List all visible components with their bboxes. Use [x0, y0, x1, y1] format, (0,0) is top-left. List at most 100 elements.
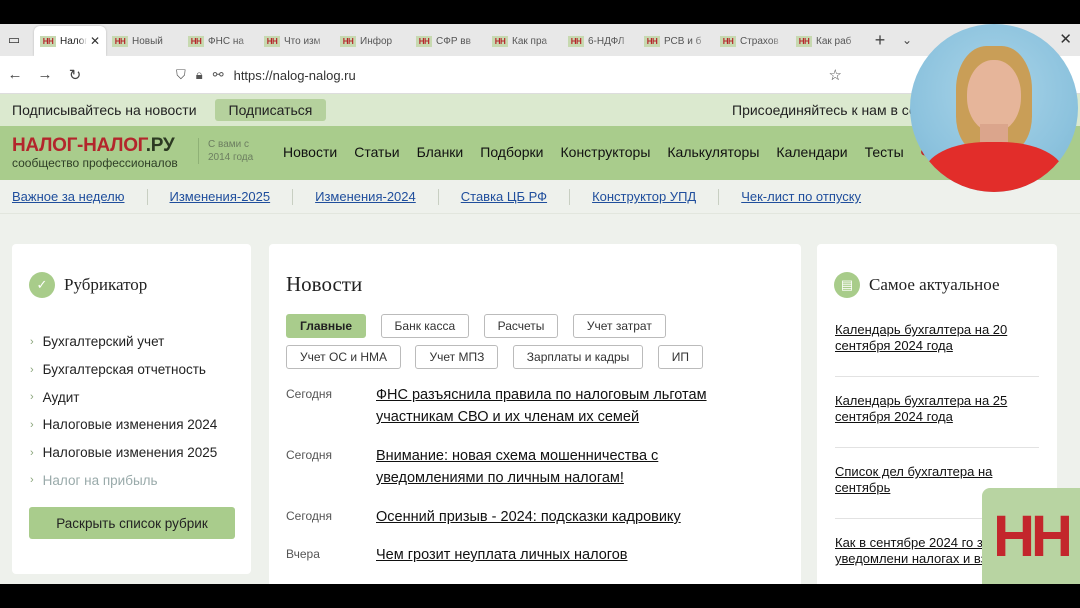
- rubric-label: Бухгалтерский учет: [42, 334, 165, 350]
- filter-settlements[interactable]: Расчеты: [483, 314, 559, 338]
- chevron-right-icon: ›: [30, 391, 34, 404]
- tab-label: РСВ и б: [664, 35, 702, 47]
- main-menu: Новости Статьи Бланки Подборки Конструкт…: [283, 144, 958, 160]
- news-date: Сегодня: [286, 387, 332, 401]
- list-item[interactable]: › Налоговые изменения 2025: [30, 439, 217, 467]
- tab[interactable]: НН 6-НДФЛ: [562, 26, 638, 56]
- tab-label: Новый: [132, 35, 163, 47]
- rubricator-panel: ✓ Рубрикатор › Бухгалтерский учет › Бухгал…: [12, 244, 251, 574]
- list-item[interactable]: › Налог на прибыль: [30, 466, 217, 494]
- avatar-shirt: [924, 142, 1064, 192]
- quicklink[interactable]: Ставка ЦБ РФ: [461, 189, 547, 204]
- subscribe-button[interactable]: Подписаться: [214, 99, 327, 121]
- news-headline-link[interactable]: Осенний призыв - 2024: подсказки кадрови…: [376, 506, 736, 528]
- news-headline-link[interactable]: Внимание: новая схема мошенничества с ув…: [376, 445, 736, 489]
- divider: [718, 188, 720, 205]
- tab-label: Как раб: [816, 35, 852, 47]
- new-tab-icon[interactable]: +: [866, 30, 894, 51]
- shield-icon[interactable]: ⛉: [176, 67, 186, 83]
- tab[interactable]: НН Как пра: [486, 26, 562, 56]
- news-title: Новости: [286, 272, 363, 296]
- chevron-right-icon: ›: [30, 363, 34, 376]
- news-headline-link[interactable]: ФНС разъяснила правила по налоговым льго…: [376, 384, 736, 428]
- filter-main[interactable]: Главные: [286, 314, 367, 338]
- chevron-right-icon: ›: [30, 474, 34, 487]
- news-date: Сегодня: [286, 509, 332, 523]
- list-item[interactable]: › Аудит: [30, 383, 217, 411]
- divider: [437, 188, 439, 205]
- tab[interactable]: НН ФНС на: [182, 26, 258, 56]
- permissions-icon[interactable]: ⚯: [213, 67, 224, 83]
- news-date: Сегодня: [286, 448, 332, 462]
- favicon-icon: НН: [188, 35, 204, 47]
- menu-item-tests[interactable]: Тесты: [865, 144, 904, 160]
- menu-item-articles[interactable]: Статьи: [354, 144, 399, 160]
- close-tab-icon[interactable]: ✕: [90, 34, 100, 48]
- expand-rubrics-button[interactable]: Раскрыть список рубрик: [29, 507, 235, 539]
- quicklink[interactable]: Конструктор УПД: [592, 189, 696, 204]
- list-item[interactable]: › Бухгалтерская отчетность: [30, 356, 217, 384]
- favicon-icon: НН: [796, 35, 812, 47]
- favicon-icon: НН: [264, 35, 280, 47]
- news-headline-link[interactable]: Чем грозит неуплата личных налогов: [376, 544, 736, 566]
- presenter-avatar: [910, 24, 1078, 192]
- lock-icon[interactable]: 🔒︎: [196, 67, 203, 83]
- reload-icon[interactable]: ↻: [60, 66, 90, 84]
- favicon-icon: НН: [720, 35, 736, 47]
- filter-bank[interactable]: Банк касса: [380, 314, 470, 338]
- web-page: Подписывайтесь на новости Подписаться Пр…: [0, 94, 1080, 584]
- tab[interactable]: НН Как раб: [790, 26, 866, 56]
- tab-label: ФНС на: [208, 35, 244, 47]
- url-bar[interactable]: ⛉ 🔒︎ ⚯ https://nalog-nalog.ru ☆: [176, 62, 856, 88]
- table-row: Вчера Чем грозит неуплата личных налогов: [286, 544, 736, 566]
- rubricator-title: ✓ Рубрикатор: [29, 272, 147, 298]
- quicklink[interactable]: Изменения-2024: [315, 189, 416, 204]
- menu-item-forms[interactable]: Бланки: [417, 144, 464, 160]
- tab-active[interactable]: НН Налог-Налог ✕: [34, 26, 106, 56]
- list-item[interactable]: › Бухгалтерский учет: [30, 328, 217, 356]
- since-label: С вами с 2014 года: [198, 138, 268, 164]
- chevron-right-icon: ›: [30, 335, 34, 348]
- actual-link[interactable]: Календарь бухгалтера на 20 сентября 2024…: [835, 322, 1039, 377]
- rubric-label: Аудит: [42, 389, 80, 405]
- tab[interactable]: НН Что изм: [258, 26, 334, 56]
- back-icon[interactable]: ←: [0, 66, 30, 83]
- tab-label: СФР вв: [436, 35, 471, 47]
- url-text[interactable]: https://nalog-nalog.ru: [234, 68, 356, 83]
- divider: [569, 188, 571, 205]
- filter-inventory[interactable]: Учет МПЗ: [415, 345, 499, 369]
- menu-item-news[interactable]: Новости: [283, 144, 337, 160]
- site-logo[interactable]: НАЛОГ-НАЛОГ.РУ сообщество профессионалов: [12, 135, 178, 170]
- forward-icon[interactable]: →: [30, 66, 60, 83]
- menu-item-constructors[interactable]: Конструкторы: [561, 144, 651, 160]
- filter-fixed-assets[interactable]: Учет ОС и НМА: [286, 345, 402, 369]
- tab-strip: ▭ НН Налог-Налог ✕ НН Новый НН ФНС на НН Чт…: [0, 24, 1080, 56]
- tab[interactable]: НН Страхов: [714, 26, 790, 56]
- favicon-icon: НН: [112, 35, 128, 47]
- tab[interactable]: НН Новый: [106, 26, 182, 56]
- quicklink[interactable]: Изменения-2025: [170, 189, 271, 204]
- divider: [292, 188, 294, 205]
- tab[interactable]: НН Инфор: [334, 26, 410, 56]
- list-item[interactable]: › Налоговые изменения 2024: [30, 411, 217, 439]
- tab[interactable]: НН РСВ и б: [638, 26, 714, 56]
- filter-ip[interactable]: ИП: [657, 345, 703, 369]
- tab-label: Налог-Налог: [60, 35, 87, 47]
- rubricator-list: › Бухгалтерский учет › Бухгалтерская отчет…: [30, 328, 217, 494]
- quicklink[interactable]: Важное за неделю: [12, 189, 125, 204]
- quick-links: Важное за неделю Изменения-2025 Изменени…: [0, 180, 1080, 214]
- tab[interactable]: НН СФР вв: [410, 26, 486, 56]
- filter-salary[interactable]: Зарплаты и кадры: [512, 345, 644, 369]
- quicklink[interactable]: Чек-лист по отпуску: [741, 189, 861, 204]
- menu-item-calculators[interactable]: Калькуляторы: [667, 144, 759, 160]
- menu-item-collections[interactable]: Подборки: [480, 144, 543, 160]
- favicon-icon: НН: [492, 35, 508, 47]
- logo-subtitle: сообщество профессионалов: [12, 156, 178, 170]
- menu-item-calendars[interactable]: Календари: [776, 144, 847, 160]
- actual-link[interactable]: Календарь бухгалтера на 25 сентября 2024…: [835, 393, 1039, 448]
- filter-costs[interactable]: Учет затрат: [572, 314, 666, 338]
- tab-list-icon[interactable]: ▭: [2, 28, 26, 52]
- close-window-icon[interactable]: ✕: [1059, 30, 1072, 48]
- chevron-down-icon[interactable]: ⌄: [894, 33, 920, 47]
- bookmark-star-icon[interactable]: ☆: [829, 66, 842, 84]
